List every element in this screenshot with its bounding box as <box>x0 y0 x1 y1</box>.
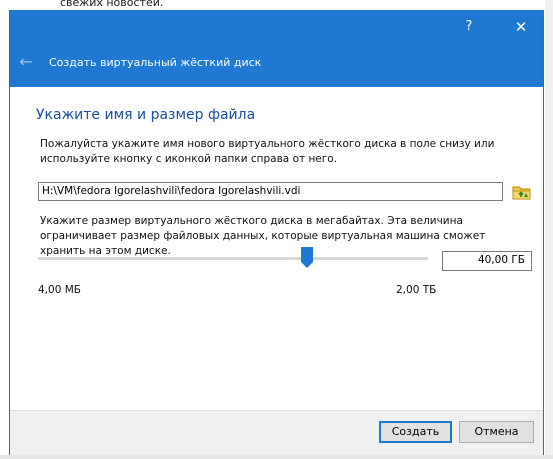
dialog-titlebar: ? ✕ ← Создать виртуальный жёсткий диск <box>10 11 543 87</box>
back-arrow-icon[interactable]: ← <box>16 52 36 72</box>
slider-max-label: 2,00 ТБ <box>396 284 437 296</box>
dialog-footer: Создать Отмена <box>10 410 543 459</box>
choose-folder-button[interactable] <box>512 182 532 202</box>
background-text: свежих новостей. <box>60 0 164 9</box>
background-edge <box>545 0 553 459</box>
help-button[interactable]: ? <box>459 17 479 37</box>
folder-icon <box>512 186 531 200</box>
size-slider[interactable] <box>38 247 428 271</box>
location-description: Пожалуйста укажите имя нового виртуально… <box>40 138 495 165</box>
slider-track <box>38 257 428 260</box>
slider-min-label: 4,00 МБ <box>38 284 81 296</box>
file-path-input[interactable]: H:\VM\fedora Igorelashvili\fedora Igorel… <box>38 182 503 201</box>
cancel-button[interactable]: Отмена <box>459 421 534 443</box>
close-button[interactable]: ✕ <box>509 16 533 38</box>
dialog-content: Укажите имя и размер файла Пожалуйста ук… <box>10 87 543 410</box>
page-title: Укажите имя и размер файла <box>36 107 256 123</box>
slider-thumb[interactable] <box>301 247 314 269</box>
create-disk-dialog: ? ✕ ← Создать виртуальный жёсткий диск У… <box>9 10 544 459</box>
dialog-title: Создать виртуальный жёсткий диск <box>49 56 262 69</box>
size-input[interactable]: 40,00 ГБ <box>442 251 532 271</box>
taskbar-edge <box>0 455 553 459</box>
create-button[interactable]: Создать <box>379 421 452 443</box>
